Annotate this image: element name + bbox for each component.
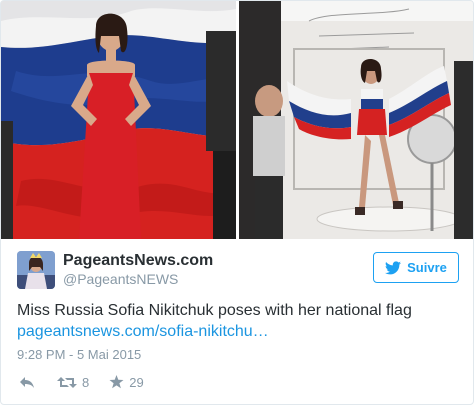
like-count: 29 — [129, 374, 144, 390]
retweet-icon — [57, 376, 77, 388]
follow-label: Suivre — [407, 260, 447, 275]
reply-arrow-icon — [20, 376, 34, 388]
tweet-link[interactable]: pageantsnews.com/sofia-nikitchu… — [17, 321, 269, 342]
reply-button[interactable] — [19, 376, 35, 389]
tweet-card: PageantsNews.com @PageantsNEWS Suivre Mi… — [0, 0, 474, 405]
like-button[interactable]: 29 — [109, 374, 144, 390]
follow-button[interactable]: Suivre — [373, 252, 459, 283]
avatar-image — [17, 251, 55, 289]
retweet-button[interactable]: 8 — [57, 375, 89, 390]
author-display-name[interactable]: PageantsNews.com — [63, 252, 213, 270]
photo-left-image — [1, 1, 236, 239]
retweet-count: 8 — [82, 374, 90, 390]
tweet-media — [1, 1, 473, 239]
author-names: PageantsNews.com @PageantsNEWS — [63, 252, 213, 288]
tweet-actions: 8 29 — [19, 373, 144, 391]
photo-left[interactable] — [1, 1, 236, 239]
tweet-timestamp[interactable]: 9:28 PM - 5 Mai 2015 — [17, 347, 141, 362]
photo-right[interactable] — [239, 1, 473, 239]
tweet-author[interactable]: PageantsNews.com @PageantsNEWS — [17, 251, 213, 289]
twitter-bird-icon — [385, 260, 402, 274]
photo-right-image — [239, 1, 473, 239]
star-icon — [109, 375, 124, 389]
tweet-text: Miss Russia Sofia Nikitchuk poses with h… — [17, 302, 412, 319]
author-handle[interactable]: @PageantsNEWS — [63, 270, 213, 288]
author-avatar[interactable] — [17, 251, 55, 289]
